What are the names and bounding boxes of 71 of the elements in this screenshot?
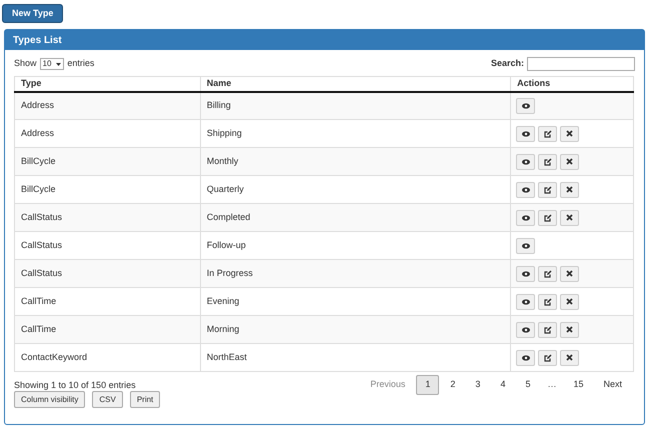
edit-icon	[544, 186, 552, 194]
panel-title: Types List	[13, 34, 62, 48]
edit-icon	[544, 354, 552, 362]
delete-button[interactable]	[560, 322, 580, 338]
view-button[interactable]	[516, 266, 536, 282]
delete-button[interactable]	[560, 294, 580, 310]
close-icon	[566, 130, 574, 137]
view-button[interactable]	[516, 350, 536, 366]
view-button[interactable]	[516, 182, 536, 198]
export-button[interactable]: Column visibility	[14, 391, 86, 408]
close-icon	[566, 298, 574, 305]
eye-icon	[522, 242, 530, 248]
close-icon	[566, 186, 574, 193]
eye-icon	[522, 270, 530, 276]
entries-label: entries	[67, 57, 94, 70]
eye-icon	[522, 214, 530, 220]
close-icon	[566, 326, 574, 333]
edit-button[interactable]	[538, 322, 558, 338]
view-button[interactable]	[516, 322, 536, 338]
entries-info: Showing 1 to 10 of 150 entries	[14, 379, 136, 392]
entries-select[interactable]: 10	[40, 58, 64, 70]
new-type-button[interactable]: New Type	[2, 4, 64, 23]
edit-button[interactable]	[538, 350, 558, 366]
view-button[interactable]	[516, 154, 536, 170]
export-button[interactable]: CSV	[92, 391, 123, 408]
eye-icon	[522, 326, 530, 332]
eye-icon	[522, 130, 530, 136]
caret-icon	[56, 62, 62, 66]
delete-button[interactable]	[560, 266, 580, 282]
eye-icon	[522, 298, 530, 304]
eye-icon	[522, 354, 530, 360]
close-icon	[566, 214, 574, 221]
view-button[interactable]	[516, 294, 536, 310]
delete-button[interactable]	[560, 350, 580, 366]
edit-icon	[544, 326, 552, 334]
table-cell: ContactKeyword	[14, 344, 200, 372]
edit-icon	[544, 270, 552, 278]
view-button[interactable]	[516, 98, 536, 114]
table-cell: NorthEast	[200, 344, 511, 372]
column-header[interactable]: Actions	[510, 76, 634, 92]
ellipsis: …	[546, 378, 558, 392]
search-field[interactable]	[527, 57, 635, 71]
close-icon	[566, 270, 574, 277]
column-header[interactable]: Type	[14, 76, 200, 92]
show-label: Show	[14, 57, 37, 70]
edit-icon	[544, 214, 552, 222]
page-link[interactable]: 1	[416, 375, 440, 395]
edit-button[interactable]	[538, 266, 558, 282]
edit-button[interactable]	[538, 210, 558, 226]
eye-icon	[522, 102, 530, 109]
edit-icon	[544, 130, 552, 138]
close-icon	[566, 354, 574, 361]
delete-button[interactable]	[560, 154, 580, 170]
close-icon	[566, 158, 574, 165]
edit-icon	[544, 298, 552, 306]
eye-icon	[522, 158, 530, 164]
column-header[interactable]: Name	[200, 76, 511, 92]
view-button[interactable]	[516, 126, 536, 142]
delete-button[interactable]	[560, 126, 580, 142]
search-label: Search:	[490, 57, 524, 70]
edit-button[interactable]	[538, 126, 558, 142]
edit-button[interactable]	[538, 294, 558, 310]
delete-button[interactable]	[560, 210, 580, 226]
export-button[interactable]: Print	[130, 391, 160, 408]
view-button[interactable]	[516, 238, 536, 254]
edit-button[interactable]	[538, 182, 558, 198]
delete-button[interactable]	[560, 182, 580, 198]
edit-button[interactable]	[538, 154, 558, 170]
edit-icon	[544, 158, 552, 166]
eye-icon	[522, 186, 530, 192]
view-button[interactable]	[516, 210, 536, 226]
